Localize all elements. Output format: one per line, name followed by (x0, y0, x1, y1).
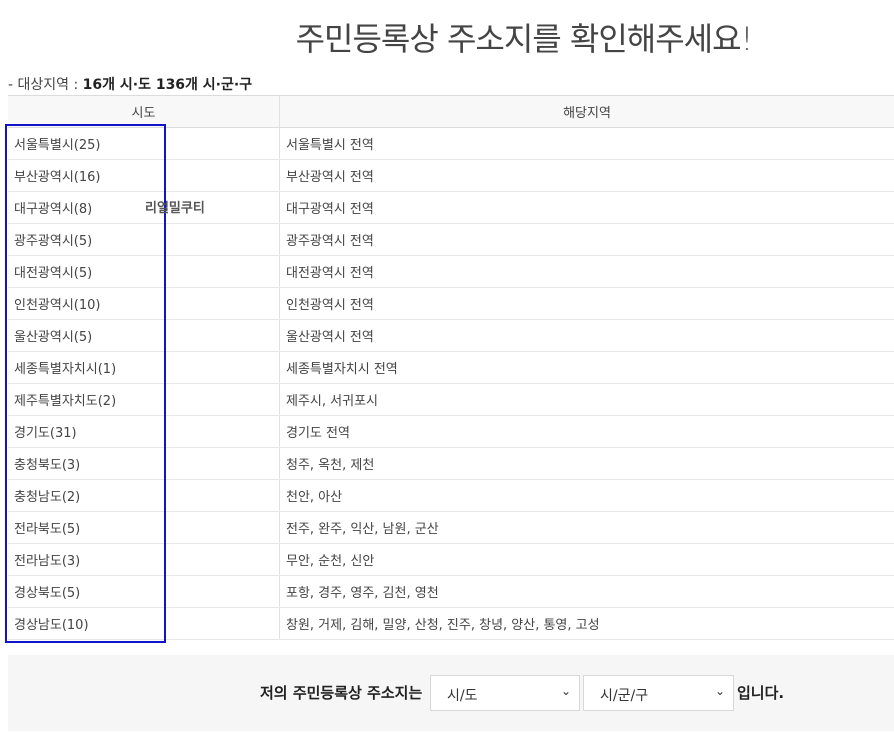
cell-area: 창원, 거제, 김해, 밀양, 산청, 진주, 창녕, 양산, 통영, 고성 (279, 607, 894, 640)
cell-sido: 부산광역시(16) (8, 159, 280, 192)
table-row: 대구광역시(8) 대구광역시 전역 (8, 191, 894, 224)
cell-area: 광주광역시 전역 (279, 223, 894, 256)
table-row: 제주특별자치도(2) 제주시, 서귀포시 (8, 383, 894, 416)
sido-select-value: 시/도 (447, 688, 478, 704)
table-row: 서울특별시(25) 서울특별시 전역 (8, 127, 894, 160)
sigungu-select-value: 시/군/구 (600, 688, 649, 704)
cell-area: 제주시, 서귀포시 (279, 383, 894, 416)
table-row: 대전광역시(5) 대전광역시 전역 (8, 255, 894, 288)
table-row: 충청북도(3) 청주, 옥천, 제천 (8, 447, 894, 480)
cell-area: 경기도 전역 (279, 415, 894, 448)
cell-area: 세종특별자치시 전역 (279, 351, 894, 384)
header-sido: 시도 (8, 95, 280, 128)
table-row: 전라남도(3) 무안, 순천, 신안 (8, 543, 894, 576)
page: 주민등록상 주소지를 확인해주세요! - 대상지역 : 16개 시·도 136개… (0, 0, 894, 732)
cell-sido: 세종특별자치시(1) (8, 351, 280, 384)
cell-sido: 대전광역시(5) (8, 255, 280, 288)
cell-area: 전주, 완주, 익산, 남원, 군산 (279, 511, 894, 544)
cell-sido: 충청남도(2) (8, 479, 280, 512)
cell-sido: 충청북도(3) (8, 447, 280, 480)
table-row: 광주광역시(5) 광주광역시 전역 (8, 223, 894, 256)
cell-sido: 전라북도(5) (8, 511, 280, 544)
address-form-suffix: 입니다. (737, 684, 785, 702)
table-header-row: 시도 해당지역 (8, 95, 894, 128)
chevron-down-icon: ⌄ (714, 684, 725, 698)
cell-area: 부산광역시 전역 (279, 159, 894, 192)
region-table: 시도 해당지역 서울특별시(25) 서울특별시 전역 부산광역시(16) 부산광역시 … (8, 95, 894, 640)
cell-sido: 경기도(31) (8, 415, 280, 448)
sido-select[interactable]: 시/도 ⌄ (430, 675, 580, 711)
chevron-down-icon: ⌄ (560, 684, 571, 698)
target-area-value: 16개 시·도 136개 시·군·구 (82, 77, 253, 93)
table-row: 경상남도(10) 창원, 거제, 김해, 밀양, 산청, 진주, 창녕, 양산, … (8, 607, 894, 640)
cell-sido: 전라남도(3) (8, 543, 280, 576)
page-title: 주민등록상 주소지를 확인해주세요! (295, 20, 754, 58)
cell-area: 무안, 순천, 신안 (279, 543, 894, 576)
address-form-label: 저의 주민등록상 주소지는 (260, 684, 423, 702)
target-area-prefix: - 대상지역 : (8, 77, 83, 93)
table-row: 전라북도(5) 전주, 완주, 익산, 남원, 군산 (8, 511, 894, 544)
cell-sido: 광주광역시(5) (8, 223, 280, 256)
cell-area: 대전광역시 전역 (279, 255, 894, 288)
cell-area: 서울특별시 전역 (279, 127, 894, 160)
table-row: 부산광역시(16) 부산광역시 전역 (8, 159, 894, 192)
watermark-text: 리얼밀쿠티 (145, 201, 205, 216)
table-row: 경상북도(5) 포항, 경주, 영주, 김천, 영천 (8, 575, 894, 608)
address-form: 저의 주민등록상 주소지는 시/도 ⌄ 시/군/구 ⌄ 입니다. (8, 655, 894, 731)
cell-sido: 제주특별자치도(2) (8, 383, 280, 416)
table-row: 세종특별자치시(1) 세종특별자치시 전역 (8, 351, 894, 384)
cell-area: 대구광역시 전역 (279, 191, 894, 224)
sigungu-select[interactable]: 시/군/구 ⌄ (583, 675, 734, 711)
cell-sido: 경상북도(5) (8, 575, 280, 608)
target-area-summary: - 대상지역 : 16개 시·도 136개 시·군·구 (8, 74, 252, 94)
cell-area: 천안, 아산 (279, 479, 894, 512)
cell-sido: 인천광역시(10) (8, 287, 280, 320)
cell-sido: 대구광역시(8) (8, 191, 280, 224)
cell-area: 인천광역시 전역 (279, 287, 894, 320)
region-table-body: 서울특별시(25) 서울특별시 전역 부산광역시(16) 부산광역시 전역 대구광역시(… (8, 127, 894, 640)
cell-sido: 서울특별시(25) (8, 127, 280, 160)
cell-sido: 울산광역시(5) (8, 319, 280, 352)
cell-area: 포항, 경주, 영주, 김천, 영천 (279, 575, 894, 608)
table-row: 경기도(31) 경기도 전역 (8, 415, 894, 448)
cell-area: 울산광역시 전역 (279, 319, 894, 352)
header-area: 해당지역 (279, 95, 894, 128)
table-row: 울산광역시(5) 울산광역시 전역 (8, 319, 894, 352)
table-row: 충청남도(2) 천안, 아산 (8, 479, 894, 512)
cell-area: 청주, 옥천, 제천 (279, 447, 894, 480)
cell-sido: 경상남도(10) (8, 607, 280, 640)
table-row: 인천광역시(10) 인천광역시 전역 (8, 287, 894, 320)
